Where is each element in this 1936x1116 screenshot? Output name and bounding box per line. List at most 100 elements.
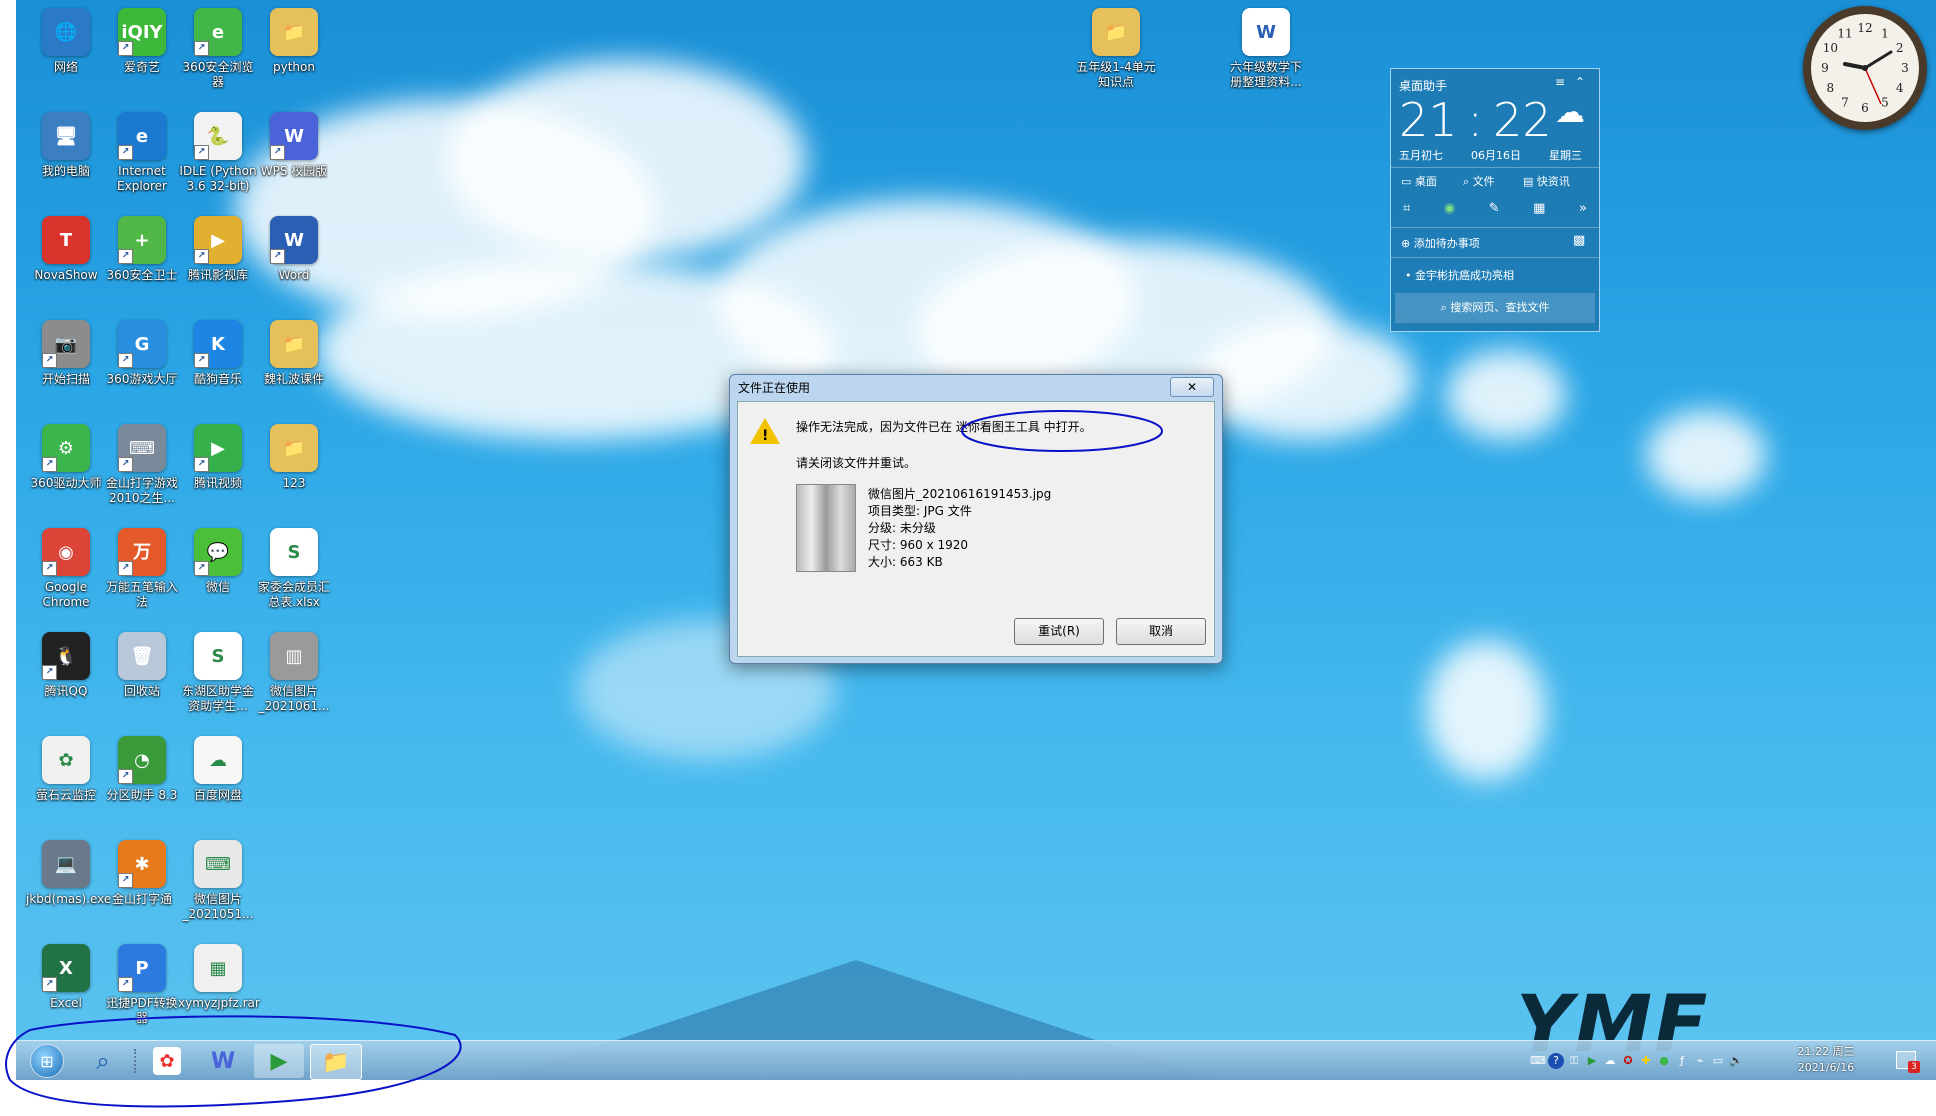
usb-icon[interactable]: ⌁ [1692, 1053, 1708, 1069]
add-todo-button[interactable]: ⊕ 添加待办事项 [1401, 235, 1551, 251]
news-item[interactable]: • 金宇彬抗癌成功亮相 [1405, 267, 1585, 283]
gadget-tool-row: ⌗ ◉ ✎ ▦ » [1403, 201, 1587, 216]
desktop-icon[interactable]: ▦ xymyzjpfz.rar [178, 940, 260, 1011]
desktop-icon[interactable]: 🖥 我的电脑 [26, 108, 106, 179]
start-button[interactable]: ⊞ [22, 1044, 72, 1078]
network-tray-icon[interactable]: ▭ [1710, 1053, 1726, 1069]
shortcut-arrow-icon: ↗ [270, 249, 285, 264]
desktop-file-top[interactable]: 📁 五年级1-4单元知识点 [1076, 4, 1156, 90]
desktop-icon[interactable]: 🐧 ↗ 腾讯QQ [26, 628, 106, 699]
desktop-icon[interactable]: e ↗ 360安全浏览器 [178, 4, 258, 90]
cloud [1426, 640, 1546, 780]
collapse-icon[interactable]: ⌃ [1575, 75, 1589, 89]
search-button[interactable]: ⌕ [78, 1044, 128, 1078]
desktop-icon[interactable]: 🐍 ↗ IDLE (Python 3.6 32-bit) [178, 108, 258, 194]
desktop-icon[interactable]: P ↗ 迅捷PDF转换器 [102, 940, 182, 1026]
desktop-icon[interactable]: S 东湖区助学金资助学生... [178, 628, 258, 714]
tab-news[interactable]: ▤ 快资讯 [1523, 173, 1593, 189]
desktop-icon[interactable]: 万 ↗ 万能五笔输入法 [102, 524, 182, 610]
desktop-icon[interactable]: + ↗ 360安全卫士 [102, 212, 182, 283]
lock-icon[interactable]: ⚿ [1566, 1053, 1582, 1069]
shortcut-arrow-icon: ↗ [42, 457, 57, 472]
eye-icon[interactable]: ◉ [1444, 201, 1455, 216]
desktop-icon[interactable]: W ↗ WPS 校园版 [254, 108, 334, 179]
desktop-icon[interactable]: G ↗ 360游戏大厅 [102, 316, 182, 387]
desktop-icon[interactable]: 💻 jkbd(mas).exe [26, 836, 111, 907]
retry-button[interactable]: 重试(R) [1014, 618, 1104, 645]
desktop-icon-label: 360安全浏览器 [182, 60, 254, 89]
cancel-button[interactable]: 取消 [1116, 618, 1206, 645]
desktop-icon[interactable]: 🌐 网络 [26, 4, 106, 75]
taskbar-wps[interactable]: W [198, 1044, 248, 1078]
more-icon[interactable]: » [1579, 201, 1587, 216]
desktop-icon[interactable]: ✱ ↗ 金山打字通 [102, 836, 182, 907]
desktop-assistant-gadget: 桌面助手 ≡ ⌃ 21:22 ☁ 五月初七 06月16日 星期三 ▭ 桌面 ⌕ … [1390, 68, 1600, 332]
edit-icon[interactable]: ✎ [1489, 201, 1500, 216]
shortcut-arrow-icon: ↗ [194, 561, 209, 576]
desktop-icon[interactable]: ⌨ 微信图片_2021051... [178, 836, 258, 922]
desktop: 🌐 网络 iQIY ↗ 爱奇艺 e ↗ 360安全浏览器 📁 python 🖥 我的电脑 e ↗ Inter… [16, 0, 1936, 1080]
desktop-icon[interactable]: 📁 魏礼波课件 [254, 316, 334, 387]
desktop-icon-label: 金山打字通 [111, 892, 172, 906]
shortcut-arrow-icon: ↗ [42, 665, 57, 680]
desktop-icon[interactable]: ⚙ ↗ 360驱动大师 [26, 420, 106, 491]
desktop-icon[interactable]: iQIY ↗ 爱奇艺 [102, 4, 182, 75]
desktop-icon[interactable]: ◔ ↗ 分区助手 8.3 [102, 732, 182, 803]
calculator-icon[interactable]: ▦ [1533, 201, 1545, 216]
desktop-icon[interactable]: ▥ 微信图片_2021061... [254, 628, 334, 714]
menu-icon[interactable]: ≡ [1555, 75, 1571, 89]
clock-number: 1 [1881, 26, 1889, 40]
taskbar-clock[interactable]: 21:22 周三 2021/6/16 [1786, 1044, 1866, 1076]
wechat-tray-icon[interactable]: ● [1656, 1053, 1672, 1069]
keyboard-icon[interactable]: ⌨ [1530, 1053, 1546, 1069]
antivirus-tray-icon[interactable]: ✪ [1620, 1053, 1636, 1069]
volume-icon[interactable]: 🔈 [1728, 1053, 1744, 1069]
tab-desktop[interactable]: ▭ 桌面 [1401, 173, 1461, 189]
shortcut-arrow-icon: ↗ [194, 249, 209, 264]
desktop-icon[interactable]: ▶ ↗ 腾讯视频 [178, 420, 258, 491]
gadget-search-box[interactable]: ⌕ 搜索网页、查找文件 [1395, 293, 1595, 323]
desktop-icon[interactable]: ✿ 萤石云监控 [26, 732, 106, 803]
desktop-icon[interactable]: T NovaShow [26, 212, 106, 283]
shortcut-arrow-icon: ↗ [270, 145, 285, 160]
desktop-icon[interactable]: e ↗ Internet Explorer [102, 108, 182, 194]
desktop-icon[interactable]: ▶ ↗ 腾讯影视库 [178, 212, 258, 283]
clock-number: 8 [1827, 81, 1835, 95]
desktop-icon-label: 萤石云监控 [35, 788, 96, 802]
cloud [1646, 410, 1766, 500]
desktop-icon[interactable]: X ↗ Excel [26, 940, 106, 1011]
qr-code-icon[interactable]: ▩ [1573, 233, 1589, 248]
desktop-icon[interactable]: S 家委会成员汇总表.xlsx [254, 524, 334, 610]
input-method-icon[interactable]: ƒ [1674, 1053, 1690, 1069]
taskbar-explorer[interactable]: 📁 [310, 1044, 362, 1080]
desktop-icon[interactable]: 🗑 回收站 [102, 628, 182, 699]
desktop-icon[interactable]: 📷 ↗ 开始扫描 [26, 316, 106, 387]
desktop-icon[interactable]: 📁 python [254, 4, 334, 75]
taskbar-tencent-video[interactable]: ▶ [254, 1044, 304, 1078]
desktop-file-top[interactable]: W 六年级数学下册整理资料... [1226, 4, 1306, 90]
desktop-icon[interactable]: 📁 123 [254, 420, 334, 491]
desktop-icon[interactable]: ⌨ ↗ 金山打字游戏2010之生... [102, 420, 182, 506]
360-tray-icon[interactable]: ✚ [1638, 1053, 1654, 1069]
cloud-weather-icon[interactable]: ☁ [1555, 95, 1591, 130]
tab-files[interactable]: ⌕ 文件 [1463, 173, 1523, 189]
crop-icon[interactable]: ⌗ [1403, 201, 1410, 216]
file-label: 六年级数学下册整理资料... [1229, 60, 1302, 89]
desktop-icon[interactable]: W ↗ Word [254, 212, 334, 283]
tencent-video-tray-icon[interactable]: ▶ [1584, 1053, 1600, 1069]
tencent-film-icon: ▶ ↗ [194, 216, 242, 264]
shortcut-arrow-icon: ↗ [42, 353, 57, 368]
desktop-icon[interactable]: ◉ ↗ Google Chrome [26, 524, 106, 610]
taskbar-ezviz[interactable]: ✿ [142, 1044, 192, 1078]
desktop-icon[interactable]: ☁ 百度网盘 [178, 732, 258, 803]
close-button[interactable]: ✕ [1170, 377, 1214, 397]
desktop-icon-label: 百度网盘 [193, 788, 242, 802]
cloud-tray-icon[interactable]: ☁ [1602, 1053, 1618, 1069]
gadget-weekday: 星期三 [1549, 149, 1582, 162]
desktop-icon[interactable]: K ↗ 酷狗音乐 [178, 316, 258, 387]
shortcut-arrow-icon: ↗ [194, 41, 209, 56]
desktop-icon-label: 微信图片_2021061... [258, 684, 330, 713]
desktop-icon[interactable]: 💬 ↗ 微信 [178, 524, 258, 595]
shortcut-arrow-icon: ↗ [118, 249, 133, 264]
help-icon[interactable]: ? [1548, 1053, 1564, 1069]
